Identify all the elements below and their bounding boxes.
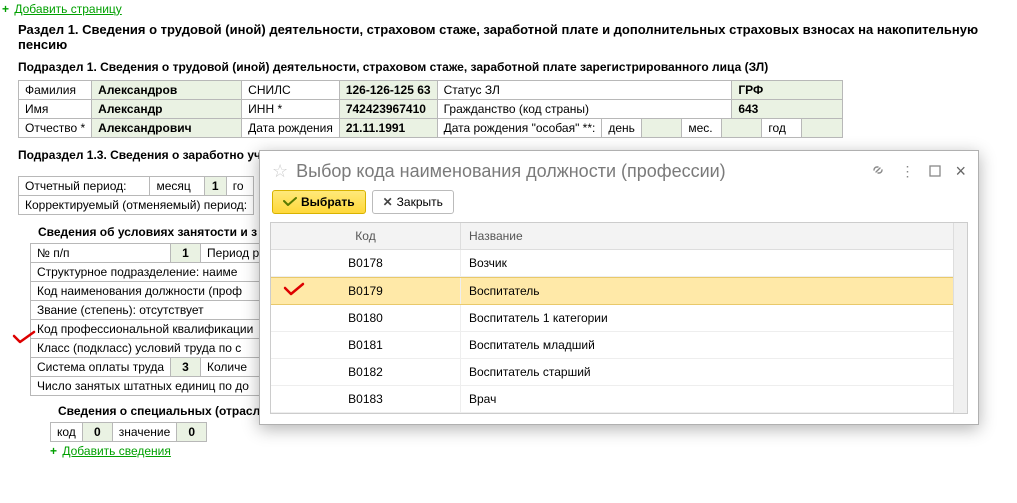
subsection1-title: Подраздел 1. Сведения о трудовой (иной) … <box>0 58 1017 80</box>
snils-label: СНИЛС <box>242 81 340 100</box>
dob-value[interactable]: 21.11.1991 <box>339 119 437 138</box>
fam-value[interactable]: Александров <box>92 81 242 100</box>
report-period-label: Отчетный период: <box>19 177 150 196</box>
selected-check-icon <box>283 282 305 299</box>
name-label: Имя <box>19 100 92 119</box>
favorite-star-icon[interactable]: ☆ <box>272 161 288 182</box>
pay-value[interactable]: 3 <box>171 358 201 377</box>
x-icon: ✕ <box>383 195 393 209</box>
plus-icon: + <box>2 2 9 16</box>
snils-value[interactable]: 126-126-125 63 <box>339 81 437 100</box>
special-code-label: код <box>51 423 83 442</box>
special-val-label: значение <box>112 423 176 442</box>
year-label: год <box>762 119 802 137</box>
corr-period-label: Корректируемый (отменяемый) период: <box>19 196 254 215</box>
status-label: Статус ЗЛ <box>437 81 732 100</box>
col-name-header[interactable]: Название <box>461 223 967 249</box>
year-value[interactable] <box>802 119 842 137</box>
dob-special-label: Дата рождения "особая" **: <box>438 119 602 137</box>
position-code-modal: ☆ Выбор кода наименования должности (про… <box>259 150 979 425</box>
list-row[interactable]: В0182Воспитатель старший <box>271 359 967 386</box>
day-value[interactable] <box>642 119 682 137</box>
person-table: Фамилия Александров СНИЛС 126-126-125 63… <box>18 80 843 138</box>
row-name: Воспитатель старший <box>461 359 967 385</box>
month-value[interactable] <box>722 119 762 137</box>
day-label: день <box>602 119 642 137</box>
fam-label: Фамилия <box>19 81 92 100</box>
col-code-header[interactable]: Код <box>271 223 461 249</box>
special-val-value[interactable]: 0 <box>177 423 207 442</box>
select-button-label: Выбрать <box>301 195 355 209</box>
list-row[interactable]: В0178Возчик <box>271 250 967 277</box>
inn-value[interactable]: 742423967410 <box>339 100 437 119</box>
np-label: № п/п <box>31 244 171 263</box>
row-code: В0183 <box>271 386 461 412</box>
close-button[interactable]: ✕ Закрыть <box>372 190 454 214</box>
name-value[interactable]: Александр <box>92 100 242 119</box>
list-row[interactable]: В0183Врач <box>271 386 967 413</box>
close-icon[interactable]: × <box>955 161 966 182</box>
close-button-label: Закрыть <box>397 195 443 209</box>
add-data-link[interactable]: Добавить сведения <box>62 444 171 458</box>
inn-label: ИНН * <box>242 100 340 119</box>
patr-value[interactable]: Александрович <box>92 119 242 138</box>
plus-icon: + <box>50 444 57 458</box>
row-code: В0179 <box>271 278 461 304</box>
select-button[interactable]: Выбрать <box>272 190 366 214</box>
dob-label: Дата рождения <box>242 119 340 138</box>
grf-label: ГРФ <box>732 81 843 100</box>
row-marker-icon <box>12 330 36 347</box>
link-icon[interactable] <box>870 162 886 181</box>
special-code-value[interactable]: 0 <box>82 423 112 442</box>
month-label: мес. <box>682 119 722 137</box>
citizen-value[interactable]: 643 <box>732 100 843 119</box>
list-row[interactable]: В0179Воспитатель <box>271 277 967 305</box>
modal-title: Выбор кода наименования должности (профе… <box>296 161 870 182</box>
list-row[interactable]: В0181Воспитатель младший <box>271 332 967 359</box>
report-year-label: го <box>226 177 253 196</box>
row-name: Воспитатель младший <box>461 332 967 358</box>
add-page-link[interactable]: Добавить страницу <box>14 2 121 16</box>
row-code: В0181 <box>271 332 461 358</box>
citizen-label: Гражданство (код страны) <box>437 100 732 119</box>
pay-label: Система оплаты труда <box>31 358 171 377</box>
row-name: Воспитатель 1 категории <box>461 305 967 331</box>
row-code: В0178 <box>271 250 461 276</box>
row-code: В0180 <box>271 305 461 331</box>
np-value[interactable]: 1 <box>171 244 201 263</box>
maximize-icon[interactable] <box>929 164 941 180</box>
more-icon[interactable]: ⋮ <box>900 163 915 180</box>
patr-label: Отчество * <box>19 119 92 138</box>
row-code: В0182 <box>271 359 461 385</box>
report-month-label: месяц <box>150 177 204 196</box>
row-name: Воспитатель <box>461 278 967 304</box>
report-month-value[interactable]: 1 <box>204 177 226 196</box>
section1-title: Раздел 1. Сведения о трудовой (иной) дея… <box>0 16 1017 58</box>
code-list: Код Название В0178ВозчикВ0179Воспитатель… <box>270 222 968 414</box>
row-name: Возчик <box>461 250 967 276</box>
row-name: Врач <box>461 386 967 412</box>
scrollbar[interactable] <box>953 223 967 413</box>
list-row[interactable]: В0180Воспитатель 1 категории <box>271 305 967 332</box>
